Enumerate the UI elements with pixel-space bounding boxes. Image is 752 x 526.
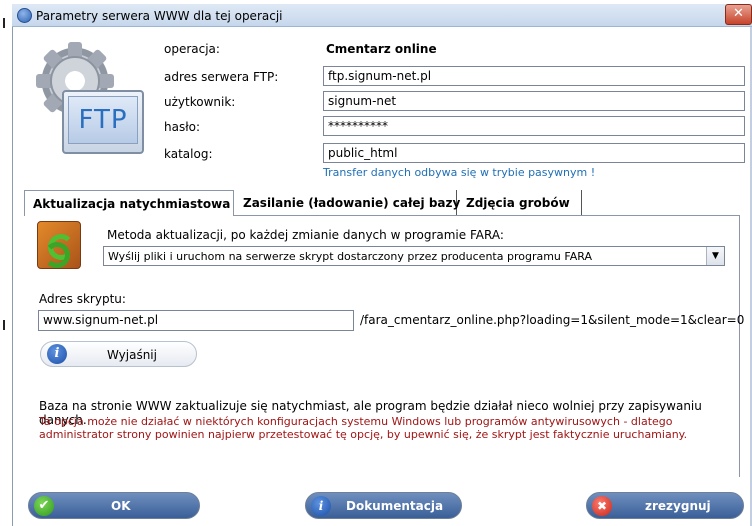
app-icon — [17, 8, 32, 23]
password-label: hasło: — [164, 120, 201, 134]
update-method-select[interactable]: Wyślij pliki i uruchom na serwerze skryp… — [103, 246, 725, 266]
documentation-button[interactable]: i Dokumentacja — [305, 492, 462, 519]
explain-button-label: Wyjaśnij — [107, 348, 157, 362]
window-border — [12, 27, 13, 526]
info-icon: i — [47, 344, 67, 364]
cancel-button[interactable]: ✖ zrezygnuj — [586, 492, 744, 519]
update-method-value: Wyślij pliki i uruchom na serwerze skryp… — [108, 250, 592, 263]
edge-tick — [3, 320, 5, 330]
operation-value: Cmentarz online — [326, 42, 437, 56]
user-label: użytkownik: — [164, 95, 236, 109]
operation-label: operacja: — [164, 42, 220, 56]
title-bar[interactable]: Parametry serwera WWW dla tej operacji ✕ — [12, 4, 752, 27]
tab-panel-border — [739, 215, 740, 477]
tab-full-load[interactable]: Zasilanie (ładowanie) całej bazy — [235, 190, 460, 216]
ftp-server-input[interactable]: ftp.signum-net.pl — [323, 66, 745, 86]
window-title: Parametry serwera WWW dla tej operacji — [36, 9, 283, 23]
info-icon: i — [311, 496, 331, 516]
chevron-down-icon[interactable]: ▼ — [706, 247, 724, 265]
documentation-button-label: Dokumentacja — [346, 499, 444, 513]
close-icon: ✕ — [733, 6, 744, 21]
ok-button-label: OK — [111, 499, 131, 513]
tab-panel-border — [234, 215, 740, 216]
warning-text: Ta opcja może nie działać w niektórych k… — [39, 415, 688, 441]
directory-label: katalog: — [164, 147, 213, 161]
ftp-logo: FTP — [20, 34, 150, 159]
tab-grave-photos[interactable]: Zdjęcia grobów — [458, 190, 582, 216]
script-path-suffix: /fara_cmentarz_online.php?loading=1&sile… — [360, 313, 745, 327]
cancel-icon: ✖ — [592, 496, 612, 516]
password-input[interactable]: ********** — [323, 116, 745, 136]
checkmark-icon: ✔ — [34, 496, 54, 516]
explain-button[interactable]: i Wyjaśnij — [40, 341, 197, 367]
method-label: Metoda aktualizacji, po każdej zmianie d… — [107, 228, 504, 242]
ftp-screen-text: FTP — [68, 96, 138, 144]
ftp-label: adres serwera FTP: — [164, 70, 279, 84]
directory-input[interactable]: public_html — [323, 143, 745, 163]
monitor-icon: FTP — [62, 90, 144, 154]
cancel-button-label: zrezygnuj — [645, 499, 711, 513]
tab-immediate-update[interactable]: Aktualizacja natychmiastowa — [24, 190, 234, 216]
passive-mode-note: Transfer danych odbywa się w trybie pasy… — [323, 166, 596, 179]
script-address-label: Adres skryptu: — [39, 292, 126, 306]
script-address-input[interactable]: www.signum-net.pl — [38, 310, 354, 331]
ok-button[interactable]: ✔ OK — [28, 492, 200, 519]
username-input[interactable]: signum-net — [323, 91, 745, 111]
edge-tick — [3, 18, 5, 28]
close-button[interactable]: ✕ — [725, 4, 752, 25]
refresh-box-icon — [37, 221, 81, 269]
